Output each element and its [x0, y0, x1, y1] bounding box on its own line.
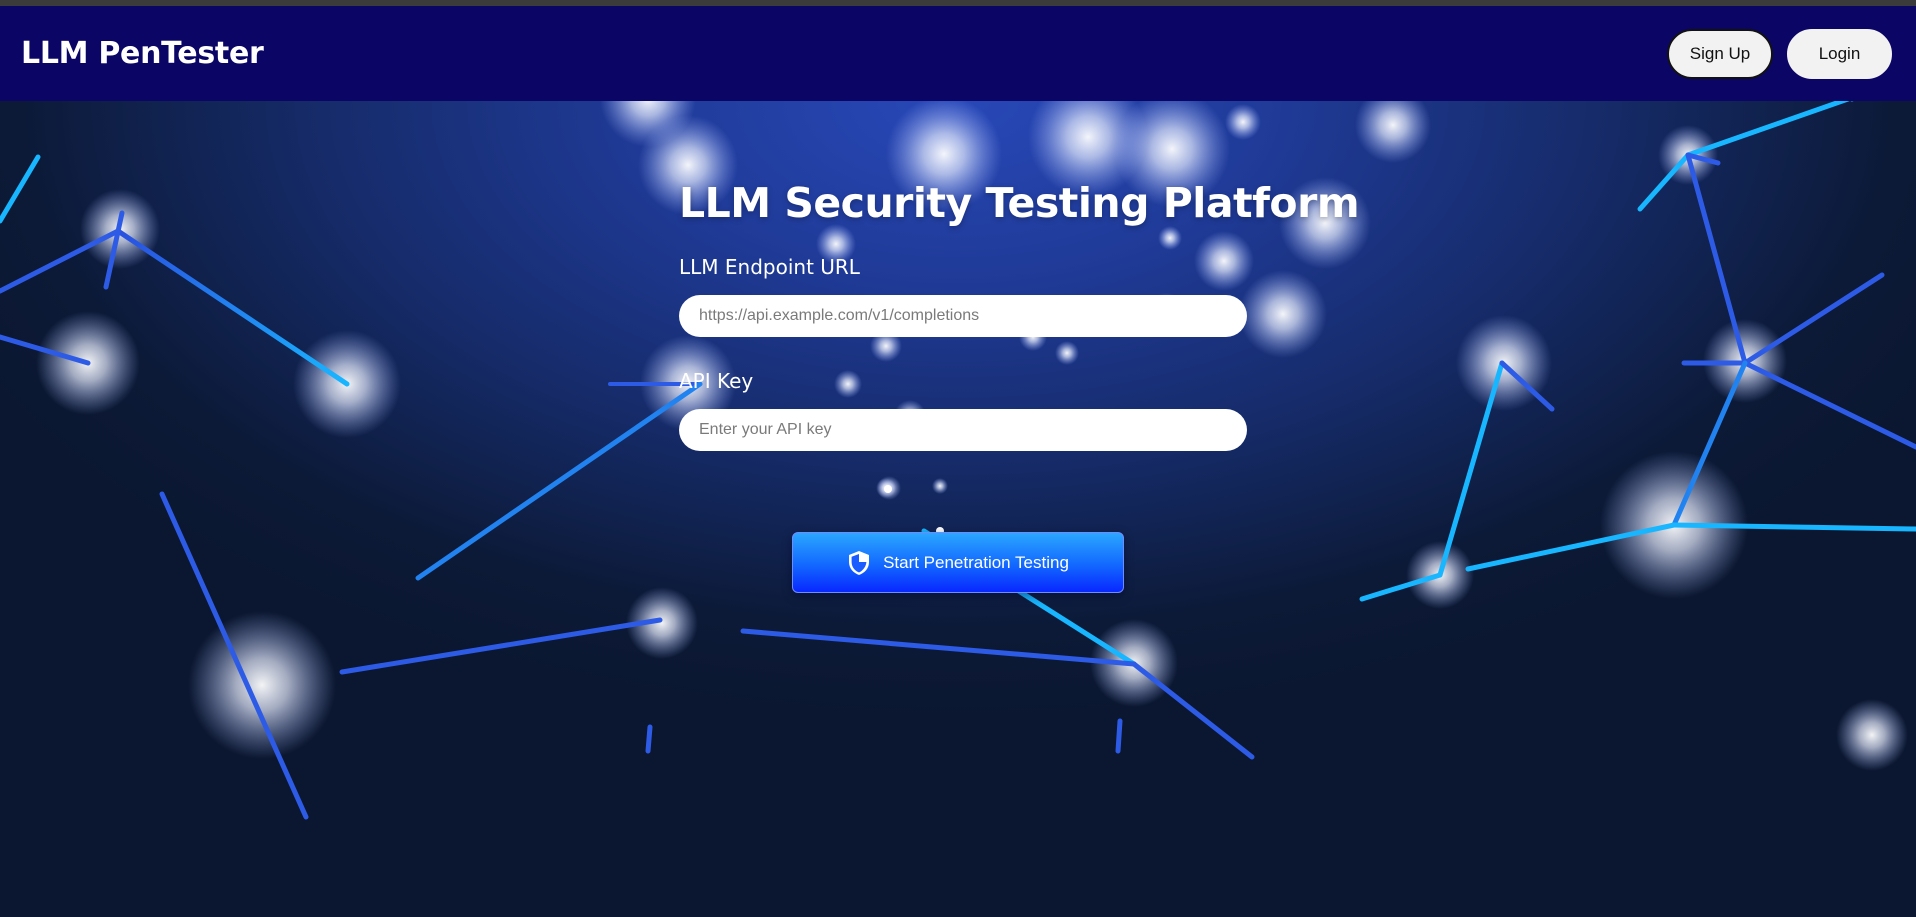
- endpoint-url-label: LLM Endpoint URL: [679, 255, 860, 279]
- brand-title: LLM PenTester: [21, 36, 264, 71]
- page-title: LLM Security Testing Platform: [679, 179, 1360, 227]
- nav-actions: Sign Up Login: [1667, 28, 1892, 79]
- navbar: LLM PenTester Sign Up Login: [0, 6, 1916, 101]
- signup-button[interactable]: Sign Up: [1667, 28, 1773, 79]
- test-config-form: LLM Security Testing Platform LLM Endpoi…: [679, 179, 1360, 451]
- start-button-label: Start Penetration Testing: [883, 552, 1069, 572]
- shield-icon: [849, 550, 870, 575]
- login-button[interactable]: Login: [1787, 28, 1892, 79]
- api-key-label: API Key: [679, 369, 754, 393]
- hero-section: LLM Security Testing Platform LLM Endpoi…: [0, 101, 1916, 917]
- api-key-input[interactable]: [679, 409, 1247, 451]
- endpoint-url-input[interactable]: [679, 295, 1247, 337]
- start-penetration-testing-button[interactable]: Start Penetration Testing: [792, 532, 1124, 593]
